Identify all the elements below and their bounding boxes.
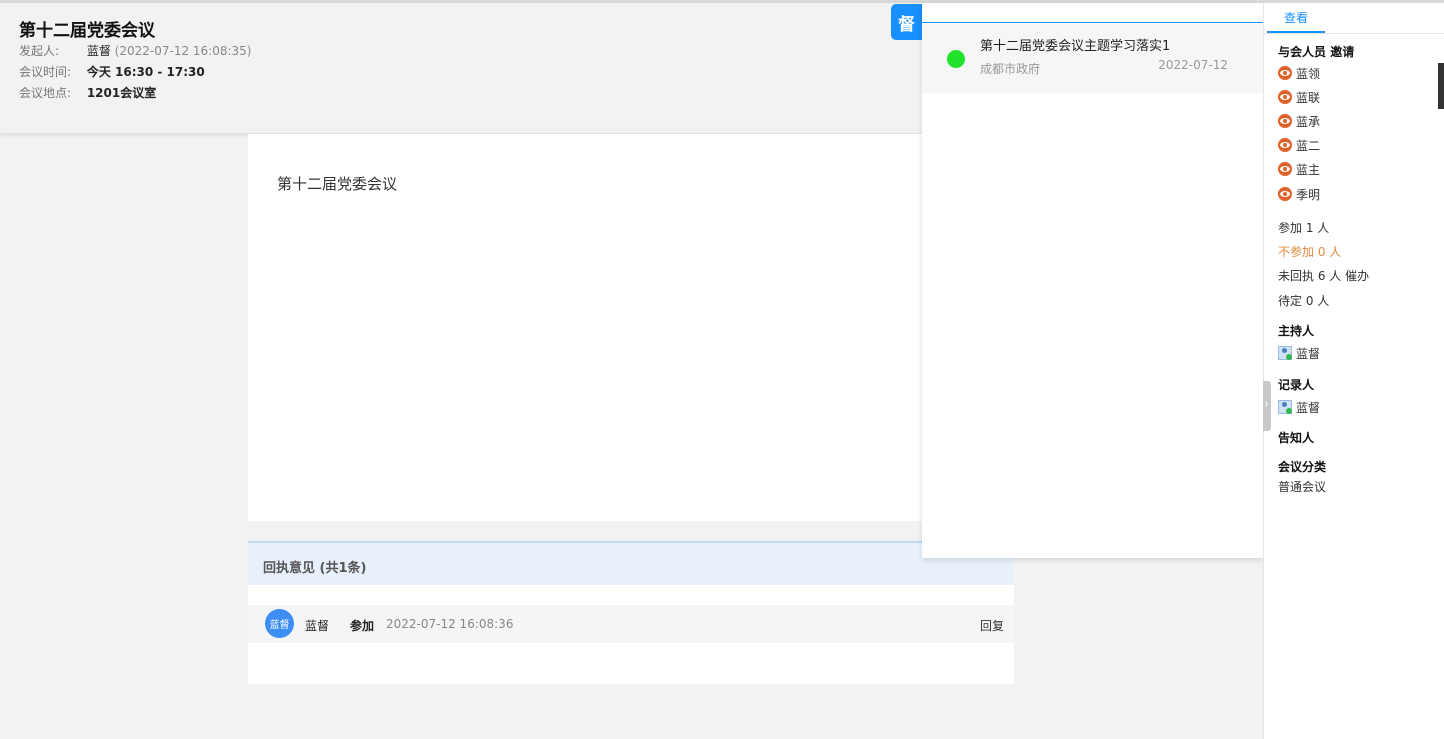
location-row: 会议地点: 1201会议室 [19,85,156,101]
category-title: 会议分类 [1278,460,1327,474]
scrollbar-thumb[interactable] [1438,63,1444,109]
attendees-title: 与会人员 邀请 [1278,43,1354,60]
reply-button[interactable]: 回复 [980,617,1004,634]
panel-toggle-handle[interactable]: › [1263,381,1271,431]
stat-pending[interactable]: 待定 0 人 [1278,292,1329,309]
host-title: 主持人 [1278,324,1315,338]
attendees-label: 与会人员 [1278,45,1327,59]
category-value: 普通会议 [1278,480,1327,494]
eye-icon [1278,138,1292,152]
initiator-label: 发起人: [19,44,60,58]
attendee-item[interactable]: 季明 [1278,185,1320,203]
right-sidebar: 查看 与会人员 邀请 蓝领 蓝联 蓝承 蓝二 蓝主 季明 参加 1 人 不参加 … [1263,3,1444,739]
supervise-popup: 第十二届党委会议主题学习落实1 成都市政府 2022-07-12 [922,3,1263,558]
attendee-name: 蓝主 [1296,162,1321,177]
attendee-name: 蓝承 [1296,114,1321,129]
tab-divider [1264,33,1444,34]
popup-list-item[interactable]: 第十二届党委会议主题学习落实1 成都市政府 2022-07-12 [922,24,1263,93]
eye-icon [1278,162,1292,176]
attendee-name: 蓝领 [1296,66,1321,81]
attendee-item[interactable]: 蓝承 [1278,112,1320,130]
meeting-title: 第十二届党委会议 [19,21,155,41]
reply-status: 参加 [350,619,375,633]
supervise-badge-button[interactable]: 督 [891,4,922,40]
attendee-name: 季明 [1296,187,1321,202]
reply-title: 回执意见 (共1条) [263,561,367,576]
user-icon [1278,400,1292,414]
popup-item-org: 成都市政府 [980,62,1041,76]
attendee-item[interactable]: 蓝二 [1278,136,1320,154]
host-name: 蓝督 [1296,346,1321,361]
popup-divider [922,22,1263,23]
meeting-content: 第十二届党委会议 [248,134,1014,521]
popup-item-title: 第十二届党委会议主题学习落实1 [980,39,1171,54]
eye-icon [1278,66,1292,80]
reply-time: 2022-07-12 16:08:36 [386,617,514,631]
stat-decline[interactable]: 不参加 0 人 [1278,243,1341,260]
initiator-time: (2022-07-12 16:08:35) [114,44,252,58]
attendee-item[interactable]: 蓝主 [1278,160,1320,178]
location-label: 会议地点: [19,86,72,100]
time-row: 会议时间: 今天 16:30 - 17:30 [19,64,205,80]
attendee-name: 蓝二 [1296,138,1321,153]
reply-name: 蓝督 [305,619,330,633]
meeting-header: 第十二届党委会议 发起人: 蓝督 (2022-07-12 16:08:35) 会… [0,3,922,133]
user-icon [1278,346,1292,360]
chevron-right-icon: › [1264,397,1269,411]
initiator-row: 发起人: 蓝督 (2022-07-12 16:08:35) [19,43,251,59]
content-text: 第十二届党委会议 [277,175,398,193]
reply-row: 蓝督 蓝督 参加 2022-07-12 16:08:36 回复 [248,605,1014,643]
eye-icon [1278,114,1292,128]
eye-icon [1278,90,1292,104]
recorder-item[interactable]: 蓝督 [1278,398,1320,416]
popup-item-date: 2022-07-12 [1158,58,1228,72]
notify-title: 告知人 [1278,431,1315,445]
recorder-name: 蓝督 [1296,400,1321,415]
stat-no-reply[interactable]: 未回执 6 人 催办 [1278,267,1369,284]
time-value: 今天 16:30 - 17:30 [86,65,205,79]
invite-link[interactable]: 邀请 [1330,45,1354,59]
attendee-name: 蓝联 [1296,90,1321,105]
attendee-item[interactable]: 蓝领 [1278,64,1320,82]
reply-section: 回执意见 (共1条) 蓝督 蓝督 参加 2022-07-12 16:08:36 … [248,541,1014,684]
initiator-name: 蓝督 [86,44,111,58]
status-dot-icon [947,50,965,68]
tab-view[interactable]: 查看 [1267,9,1325,33]
attendee-item[interactable]: 蓝联 [1278,88,1320,106]
eye-icon [1278,187,1292,201]
location-value: 1201会议室 [86,86,157,100]
host-item[interactable]: 蓝督 [1278,344,1320,362]
time-label: 会议时间: [19,65,72,79]
stat-join[interactable]: 参加 1 人 [1278,219,1329,236]
reply-header: 回执意见 (共1条) [248,541,1014,585]
recorder-title: 记录人 [1278,378,1315,392]
avatar: 蓝督 [265,609,294,638]
